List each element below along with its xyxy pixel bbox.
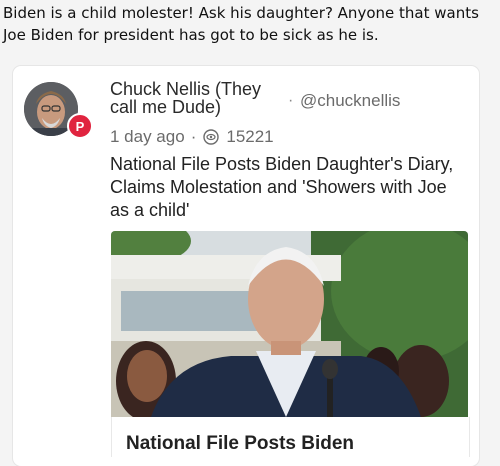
post-text: Biden is a child molester! Ask his daugh… (3, 4, 479, 44)
meta-separator: · (190, 127, 197, 146)
author-name[interactable]: Chuck Nellis (They call me Dude) (110, 80, 290, 116)
views-icon (203, 129, 220, 145)
name-separator: · (288, 92, 294, 109)
parler-icon: P (67, 113, 93, 139)
link-preview-image[interactable] (111, 231, 468, 417)
post-headline[interactable]: National File Posts Biden Daughter's Dia… (110, 153, 470, 222)
post-time: 1 day ago (110, 127, 185, 146)
badge-letter: P (75, 118, 85, 134)
preview-photo (111, 231, 468, 417)
author-handle[interactable]: @chucknellis (300, 91, 400, 111)
view-count: 15221 (226, 127, 274, 146)
post-meta: 1 day ago · 15221 (110, 126, 274, 148)
